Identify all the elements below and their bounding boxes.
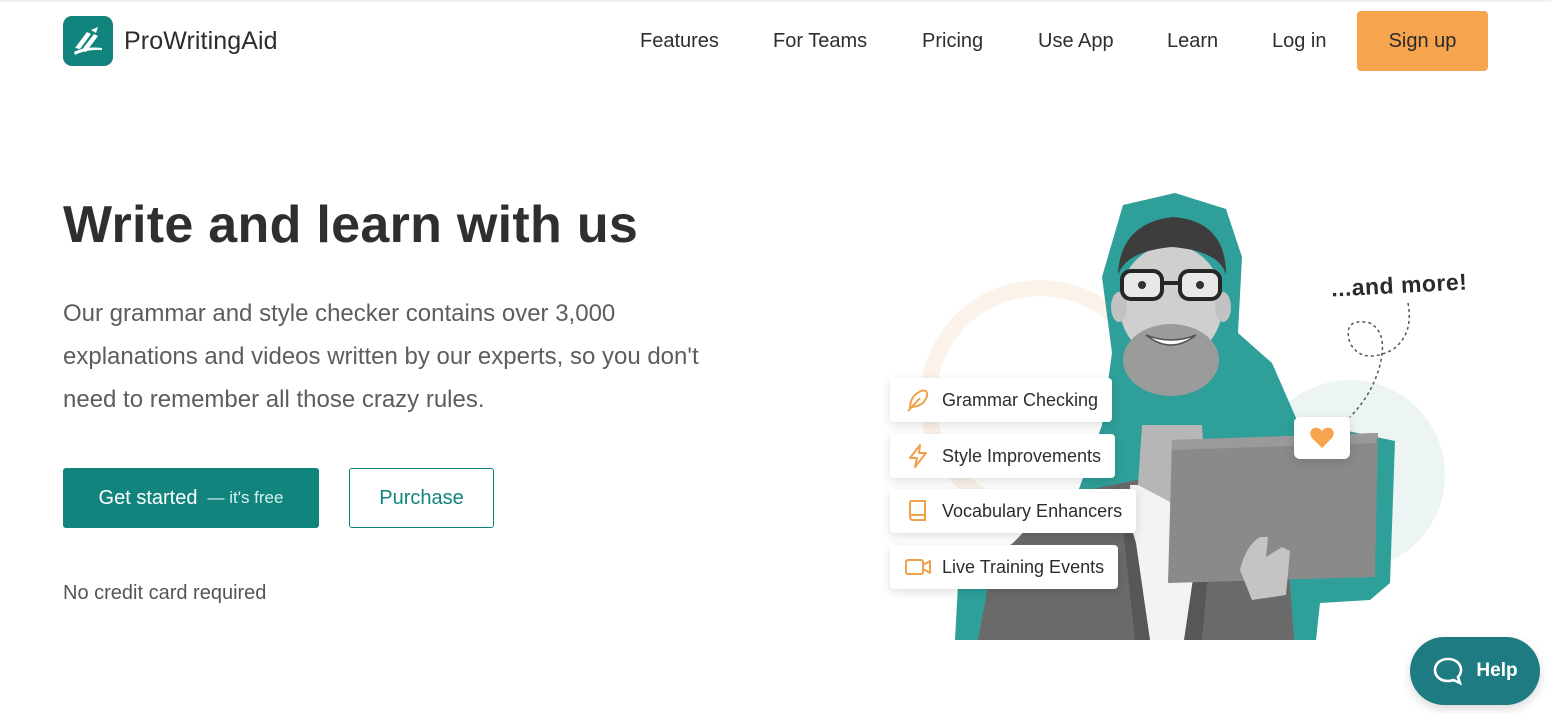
- brand-name: ProWritingAid: [124, 26, 278, 55]
- hero-subtitle: Our grammar and style checker contains o…: [63, 300, 699, 413]
- video-camera-icon: [904, 553, 932, 581]
- feature-label: Style Improvements: [942, 445, 1102, 466]
- heart-badge: [1294, 417, 1350, 459]
- logo[interactable]: ProWritingAid: [63, 16, 278, 66]
- feature-card-vocabulary: Vocabulary Enhancers: [890, 489, 1137, 533]
- nav-learn[interactable]: Learn: [1167, 30, 1218, 53]
- feature-card-training: Live Training Events: [890, 545, 1119, 589]
- sign-up-button[interactable]: Sign up: [1357, 11, 1488, 71]
- help-label: Help: [1476, 660, 1518, 681]
- no-credit-card-note: No credit card required: [63, 582, 267, 604]
- feature-card-grammar: Grammar Checking: [890, 378, 1113, 422]
- book-icon: [904, 497, 932, 525]
- help-button[interactable]: Help: [1410, 637, 1540, 705]
- feature-label: Grammar Checking: [942, 389, 1099, 410]
- logo-mark-icon: [63, 16, 113, 66]
- top-border: [0, 0, 1551, 2]
- nav-for-teams[interactable]: For Teams: [773, 30, 867, 53]
- nav-use-app[interactable]: Use App: [1038, 30, 1114, 53]
- heart-icon: [1310, 427, 1334, 448]
- lightning-icon: [904, 442, 932, 470]
- feature-label: Vocabulary Enhancers: [942, 500, 1123, 521]
- get-started-free-note: — it's free: [207, 488, 284, 507]
- chat-bubble-icon: [1434, 657, 1463, 686]
- nav-pricing[interactable]: Pricing: [922, 30, 983, 53]
- get-started-button[interactable]: Get started — it's free: [63, 468, 319, 528]
- feather-icon: [904, 386, 932, 414]
- nav-features[interactable]: Features: [640, 30, 719, 53]
- get-started-label: Get started: [98, 486, 198, 509]
- feature-label: Live Training Events: [942, 556, 1105, 577]
- purchase-button[interactable]: Purchase: [349, 468, 494, 528]
- feature-card-style: Style Improvements: [890, 434, 1116, 478]
- hero-title: Write and learn with us: [63, 196, 639, 254]
- nav-log-in[interactable]: Log in: [1272, 30, 1327, 53]
